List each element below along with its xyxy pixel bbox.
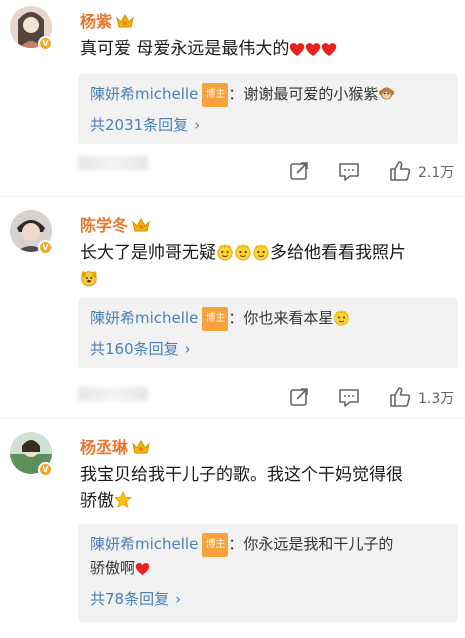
heart-icon [135,562,150,576]
divider [0,418,465,419]
crown-icon [132,439,150,455]
comment-icon[interactable] [338,386,360,408]
comment-text-part2: 多给他看看我照片 [270,243,406,263]
comment-text-line1: 我宝贝给我干儿子的歌。我这个干妈觉得很 [80,465,403,485]
username[interactable]: 陈学冬 [80,212,150,236]
more-replies-label[interactable]: 共160条回复 [90,340,179,358]
monkey-icon [378,85,395,102]
comment-text: 长大了是帅哥无疑 多给他看看我照片 [80,240,460,292]
blogger-tag: 博主 [202,533,229,557]
more-replies-link[interactable]: 共2031条回复 › [90,114,200,135]
chevron-right-icon: › [194,116,201,134]
comment-text: 真可爱 母爱永远是最伟大的 [80,36,460,62]
blogger-tag: 博主 [202,83,229,107]
reply-author[interactable]: 陳妍希michelle [90,85,198,103]
heart-icon [289,42,305,57]
crown-face-icon [252,243,270,261]
more-replies-link[interactable]: 共78条回复 › [90,588,181,609]
reply-line-2: 骄傲啊 [90,557,150,579]
heart-icon [321,42,337,57]
reply-text-line2: 骄傲啊 [90,559,136,577]
more-replies-link[interactable]: 共160条回复 › [90,338,191,359]
reply-line: 陳妍希michelle 博主 ：你也来看本星 [90,307,350,331]
crown-icon [132,217,150,233]
comment-actions: 1.3万 [0,386,465,410]
dog-face-icon [80,269,98,287]
username-label[interactable]: 陈学冬 [80,216,128,235]
crown-icon [116,13,134,29]
reply-text: ：你永远是我和干儿子的 [228,535,394,553]
heart-icon [305,42,321,57]
like-icon[interactable] [389,386,411,408]
crown-face-icon [234,243,252,261]
star-icon [114,491,132,509]
like-icon[interactable] [389,160,411,182]
verified-badge: V [38,36,53,51]
share-icon[interactable] [289,160,311,182]
reply-text: ：你也来看本星 [228,309,334,327]
comment-text-part1: 长大了是帅哥无疑 [80,243,216,263]
like-count: 2.1万 [418,165,455,181]
username[interactable]: 杨紫 [80,8,134,32]
reply-author[interactable]: 陳妍希michelle [90,309,198,327]
chevron-right-icon: › [184,340,191,358]
blogger-tag: 博主 [202,307,229,331]
more-replies-label[interactable]: 共78条回复 [90,590,169,608]
reply-line: 陳妍希michelle 博主 ：谢谢最可爱的小猴紫 [90,83,395,107]
username-label[interactable]: 杨紫 [80,12,112,31]
more-replies-label[interactable]: 共2031条回复 [90,116,188,134]
share-icon[interactable] [289,386,311,408]
reply-box[interactable]: 陳妍希michelle 博主 ：你也来看本星 共160条回复 › [78,298,458,368]
reply-author[interactable]: 陳妍希michelle [90,535,198,553]
comment-text: 我宝贝给我干儿子的歌。我这个干妈觉得很 骄傲 [80,462,460,514]
comment-text-content: 真可爱 母爱永远是最伟大的 [80,39,290,59]
verified-badge: V [38,462,53,477]
verified-badge: V [38,240,53,255]
star-face-icon [333,309,350,326]
username-label[interactable]: 杨丞琳 [80,438,128,457]
comment-text-line2: 骄傲 [80,491,114,511]
reply-box[interactable]: 陳妍希michelle 博主 ：你永远是我和干儿子的 骄傲啊 共78条回复 › [78,524,458,622]
like-count: 1.3万 [418,391,455,407]
reply-box[interactable]: 陳妍希michelle 博主 ：谢谢最可爱的小猴紫 共2031条回复 › [78,74,458,144]
reply-text: ：谢谢最可爱的小猴紫 [228,85,379,103]
comment-icon[interactable] [338,160,360,182]
comment-actions: 2.1万 [0,160,465,184]
divider [0,196,465,197]
crown-face-icon [216,243,234,261]
chevron-right-icon: › [175,590,182,608]
username[interactable]: 杨丞琳 [80,434,150,458]
reply-line: 陳妍希michelle 博主 ：你永远是我和干儿子的 [90,533,393,557]
